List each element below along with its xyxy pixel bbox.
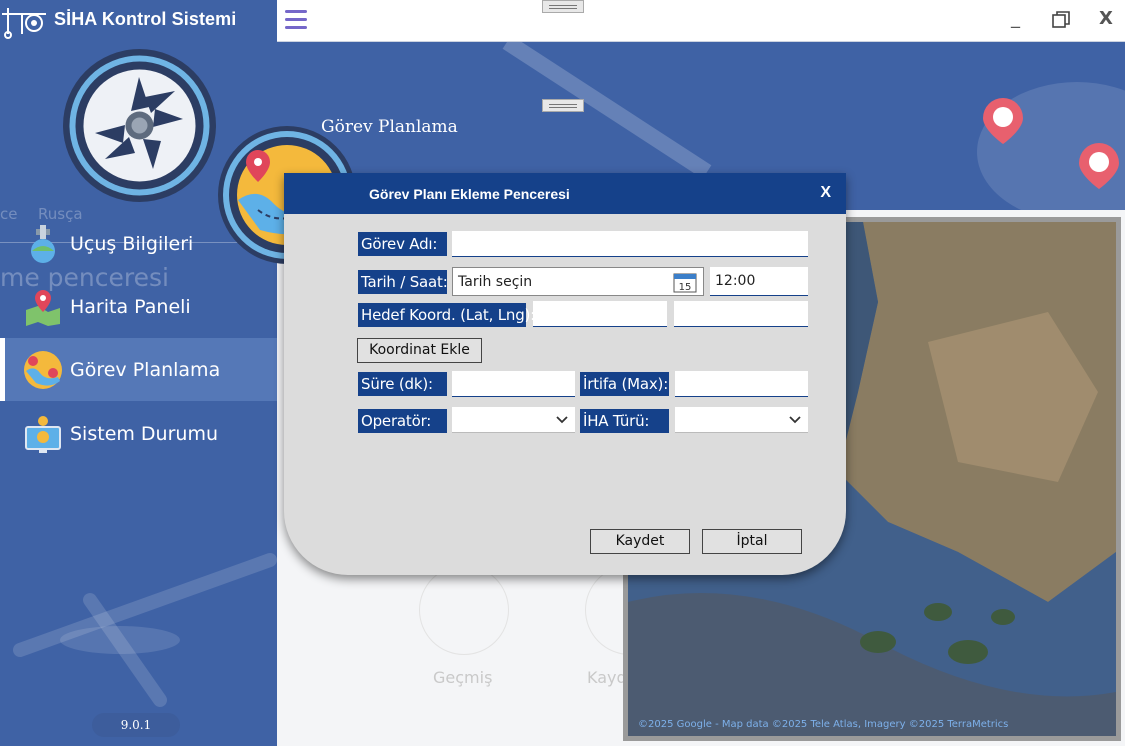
chevron-down-icon bbox=[556, 416, 568, 424]
satellite-globe-icon bbox=[31, 224, 55, 263]
sidebar-item-label: Görev Planlama bbox=[70, 358, 221, 381]
sidebar-item-mission-planning[interactable]: Görev Planlama bbox=[0, 338, 277, 401]
camera-badge bbox=[63, 49, 216, 202]
uav-type-select[interactable] bbox=[675, 407, 808, 433]
mission-name-label: Görev Adı: bbox=[358, 232, 447, 256]
map-pin-icon bbox=[983, 98, 1023, 144]
sidebar-item-system-status[interactable]: Sistem Durumu bbox=[0, 402, 277, 465]
altitude-label: İrtifa (Max): bbox=[580, 372, 669, 396]
datetime-label: Tarih / Saat: bbox=[358, 270, 448, 294]
mission-plan-dialog: Görev Planı Ekleme Penceresi X Görev Adı… bbox=[284, 173, 846, 575]
close-button[interactable]: X bbox=[1099, 8, 1113, 29]
drag-handle[interactable] bbox=[542, 99, 584, 112]
sidebar-item-label: Harita Paneli bbox=[70, 295, 191, 318]
dialog-close-button[interactable]: X bbox=[820, 184, 831, 202]
map-pin-icon bbox=[26, 289, 60, 326]
menu-hamburger-icon[interactable] bbox=[285, 10, 307, 30]
monitor-gear-icon bbox=[25, 415, 61, 453]
date-placeholder: Tarih seçin bbox=[458, 274, 533, 290]
minimize-button[interactable]: _ bbox=[1011, 8, 1020, 29]
longitude-input[interactable] bbox=[674, 301, 808, 327]
globe-route-icon bbox=[24, 350, 62, 389]
map-pin-icon bbox=[1079, 143, 1119, 189]
drag-handle[interactable] bbox=[542, 0, 584, 13]
dialog-header: Görev Planı Ekleme Penceresi X bbox=[284, 173, 846, 214]
calendar-day: 15 bbox=[679, 282, 692, 293]
maximize-icon[interactable] bbox=[1052, 11, 1070, 29]
camera-lens-icon bbox=[69, 55, 210, 196]
date-picker[interactable]: Tarih seçin 15 bbox=[452, 267, 704, 296]
calendar-icon[interactable]: 15 bbox=[673, 271, 697, 293]
mission-name-input[interactable] bbox=[452, 231, 808, 257]
dialog-title: Görev Planı Ekleme Penceresi bbox=[369, 186, 570, 202]
history-label: Geçmiş bbox=[433, 668, 493, 687]
window-titlebar: _ X bbox=[277, 0, 1125, 42]
cancel-button[interactable]: İptal bbox=[702, 529, 802, 554]
uav-type-label: İHA Türü: bbox=[580, 409, 669, 433]
time-input[interactable] bbox=[710, 267, 808, 296]
duration-label: Süre (dk): bbox=[358, 372, 447, 396]
sidebar-item-map-panel[interactable]: Harita Paneli bbox=[0, 275, 277, 338]
history-icon bbox=[419, 565, 509, 655]
sidebar-item-label: Sistem Durumu bbox=[70, 422, 219, 445]
operator-select[interactable] bbox=[452, 407, 575, 433]
altitude-input[interactable] bbox=[675, 371, 808, 397]
target-coord-label: Hedef Koord. (Lat, Lng): bbox=[358, 303, 535, 327]
app-title: SİHA Kontrol Sistemi bbox=[54, 9, 237, 29]
map-credit: ©2025 Google - Map data ©2025 Tele Atlas… bbox=[638, 719, 1009, 730]
chevron-down-icon bbox=[789, 416, 801, 424]
operator-label: Operatör: bbox=[358, 409, 447, 433]
add-coordinate-button[interactable]: Koordinat Ekle bbox=[357, 338, 482, 363]
duration-input[interactable] bbox=[452, 371, 575, 397]
sidebar-item-label: Uçuş Bilgileri bbox=[70, 232, 194, 255]
drone-logo-icon bbox=[2, 8, 46, 39]
latitude-input[interactable] bbox=[533, 301, 667, 327]
save-button[interactable]: Kaydet bbox=[590, 529, 690, 554]
version-badge: 9.0.1 bbox=[92, 713, 180, 737]
